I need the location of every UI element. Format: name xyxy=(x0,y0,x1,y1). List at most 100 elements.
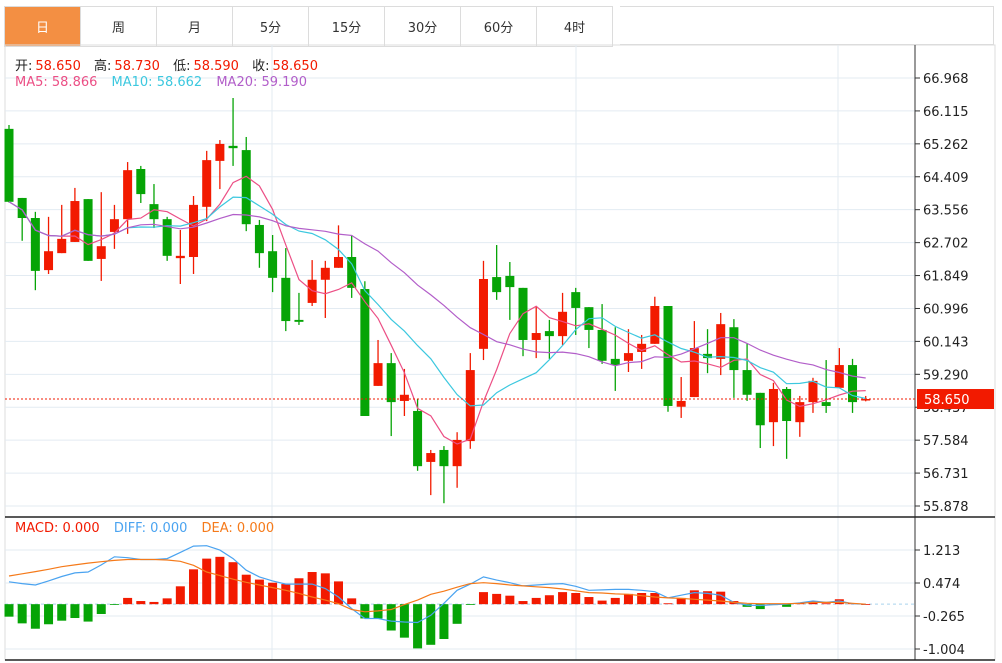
ma-info: MA5: 58.866 MA10: 58.662 MA20: 59.190 xyxy=(15,75,310,90)
diff-line xyxy=(8,545,866,624)
price-tick-label: 56.731 xyxy=(923,467,969,482)
candle-down xyxy=(610,358,620,366)
macd-tick-label: 1.213 xyxy=(923,544,960,559)
macd-bar xyxy=(439,604,449,639)
macd-bar xyxy=(149,601,159,605)
candle-down xyxy=(268,251,278,278)
macd-bar xyxy=(558,592,568,605)
candle-down xyxy=(571,292,581,308)
high-label: 高: xyxy=(94,59,112,74)
candle-up xyxy=(623,353,633,361)
price-tick-label: 57.584 xyxy=(923,434,969,449)
macd-bar xyxy=(57,604,67,621)
high-value: 58.730 xyxy=(114,59,160,74)
macd-bar xyxy=(610,597,620,605)
price-tick-label: 55.878 xyxy=(923,500,969,515)
kline-chart[interactable]: 66.968 66.115 65.262 64.409 63.556 62.702 61.8… xyxy=(0,0,1002,663)
ma5-line xyxy=(8,175,866,445)
candle-up xyxy=(716,324,726,359)
macd-bar xyxy=(162,598,172,605)
candle-up xyxy=(334,256,343,268)
candle-down xyxy=(439,449,449,467)
candle-up xyxy=(399,394,409,401)
macd-bar xyxy=(175,586,185,605)
price-tick-label: 59.290 xyxy=(923,368,969,383)
candle-up xyxy=(57,238,67,254)
macd-bar xyxy=(83,604,93,622)
low-value: 58.590 xyxy=(193,59,239,74)
candle-up xyxy=(175,255,185,259)
macd-bar xyxy=(716,591,726,605)
macd-bar xyxy=(4,604,14,617)
candle-down xyxy=(241,150,251,225)
macd-bar xyxy=(268,582,278,605)
candle-up xyxy=(676,400,686,407)
macd-bar xyxy=(623,593,633,605)
open-value: 58.650 xyxy=(35,59,81,74)
macd-bar xyxy=(30,604,40,629)
candle-down xyxy=(755,392,765,426)
macd-bar xyxy=(452,604,462,624)
macd-bar xyxy=(307,572,317,605)
macd-bar xyxy=(347,598,357,605)
dea-value: DEA: 0.000 xyxy=(201,521,275,536)
macd-bar xyxy=(637,593,647,605)
macd-bar xyxy=(228,562,238,605)
price-tick-label: 65.262 xyxy=(923,138,969,153)
macd-bar xyxy=(96,604,106,614)
macd-bar xyxy=(70,604,80,619)
macd-bar xyxy=(334,581,343,605)
macd-bar xyxy=(544,595,554,605)
candle-down xyxy=(782,388,792,422)
price-tick-label: 66.968 xyxy=(923,72,969,87)
macd-bar xyxy=(505,595,515,605)
candle-up xyxy=(320,267,330,280)
candle-up xyxy=(426,453,436,462)
macd-bar xyxy=(413,604,423,649)
macd-bar xyxy=(597,600,607,605)
candle-up xyxy=(834,365,844,388)
macd-bar xyxy=(123,597,133,605)
candle-up xyxy=(650,306,660,344)
candle-up xyxy=(96,246,106,259)
price-tick-label: 66.115 xyxy=(923,105,969,120)
macd-bar xyxy=(663,603,673,605)
candle-down xyxy=(386,363,396,403)
ma5-value: MA5: 58.866 xyxy=(15,75,98,90)
candle-down xyxy=(254,224,264,254)
candle-down xyxy=(360,289,370,417)
macd-bar xyxy=(465,604,475,605)
candle-down xyxy=(83,199,93,261)
macd-bar xyxy=(44,604,54,625)
candle-down xyxy=(281,277,291,322)
ma20-value: MA20: 59.190 xyxy=(216,75,307,90)
price-tick-label: 60.996 xyxy=(923,302,969,317)
candle-down xyxy=(492,277,502,293)
macd-bar xyxy=(518,601,528,605)
open-label: 开: xyxy=(15,59,33,74)
candle-up xyxy=(373,363,383,386)
macd-bar xyxy=(281,584,291,605)
diff-value: DIFF: 0.000 xyxy=(113,521,188,536)
price-tick-label: 62.702 xyxy=(923,237,969,252)
candle-up xyxy=(44,251,54,271)
candle-up xyxy=(123,170,133,220)
macd-bar xyxy=(821,603,831,605)
candle-up xyxy=(768,388,778,423)
macd-bar xyxy=(294,578,304,605)
macd-bar xyxy=(109,604,119,605)
macd-value: MACD: 0.000 xyxy=(15,521,100,536)
macd-tick-label: -0.265 xyxy=(923,610,965,625)
candle-down xyxy=(742,370,752,395)
ma10-value: MA10: 58.662 xyxy=(111,75,203,90)
close-value: 58.650 xyxy=(272,59,318,74)
macd-bar xyxy=(426,604,436,645)
candle-up xyxy=(558,311,568,337)
price-tick-label: 60.143 xyxy=(923,335,969,350)
candle-down xyxy=(544,331,554,337)
macd-bar xyxy=(478,592,488,605)
macd-bar xyxy=(17,604,27,624)
chart-frame xyxy=(4,44,996,661)
macd-bar xyxy=(531,597,541,605)
candle-up xyxy=(189,204,199,257)
